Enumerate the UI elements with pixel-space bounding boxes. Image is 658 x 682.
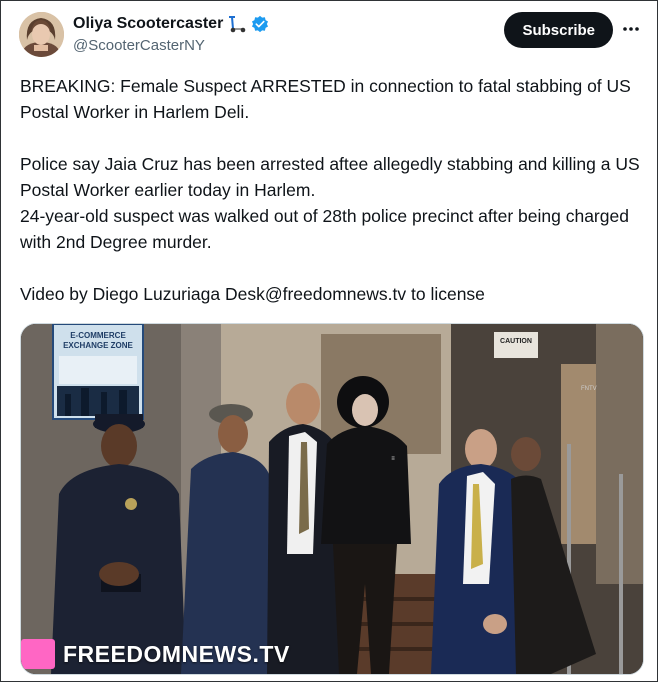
svg-text:FNTV: FNTV <box>581 386 597 392</box>
subscribe-button[interactable]: Subscribe <box>504 12 613 48</box>
tweet-text: BREAKING: Female Suspect ARRESTED in con… <box>20 73 641 307</box>
kick-scooter-icon <box>227 15 247 33</box>
watermark-text: FREEDOMNEWS.TV <box>63 640 290 667</box>
sign-text-line2: EXCHANGE ZONE <box>63 341 133 350</box>
tweet-text-paragraph-1: BREAKING: Female Suspect ARRESTED in con… <box>20 76 631 122</box>
tweet-media-image[interactable]: E-COMMERCE EXCHANGE ZONE CAUTION ≡ FNTV … <box>20 323 644 675</box>
author-names: Oliya Scootercaster @ScooterCasterNY <box>73 13 269 54</box>
display-name-row: Oliya Scootercaster <box>73 13 269 35</box>
tweet-header: Oliya Scootercaster @ScooterCasterNY Sub… <box>19 11 643 57</box>
caution-sign-text: CAUTION <box>500 338 532 345</box>
tweet-text-paragraph-2: Police say Jaia Cruz has been arrested a… <box>20 154 640 200</box>
watermark-logo-icon <box>21 639 55 669</box>
svg-text:≡: ≡ <box>391 456 395 462</box>
more-icon[interactable] <box>621 19 641 39</box>
avatar[interactable] <box>19 12 64 57</box>
tweet-text-paragraph-4: Video by Diego Luzuriaga Desk@freedomnew… <box>20 284 485 304</box>
watermark: FREEDOMNEWS.TV <box>21 638 290 670</box>
display-name[interactable]: Oliya Scootercaster <box>73 15 223 33</box>
sign-text-line1: E-COMMERCE <box>70 331 126 340</box>
tweet-text-paragraph-3: 24-year-old suspect was walked out of 28… <box>20 206 629 252</box>
verified-badge-icon <box>251 15 269 33</box>
tweet-card: Oliya Scootercaster @ScooterCasterNY Sub… <box>0 0 658 682</box>
author-handle[interactable]: @ScooterCasterNY <box>73 37 269 54</box>
